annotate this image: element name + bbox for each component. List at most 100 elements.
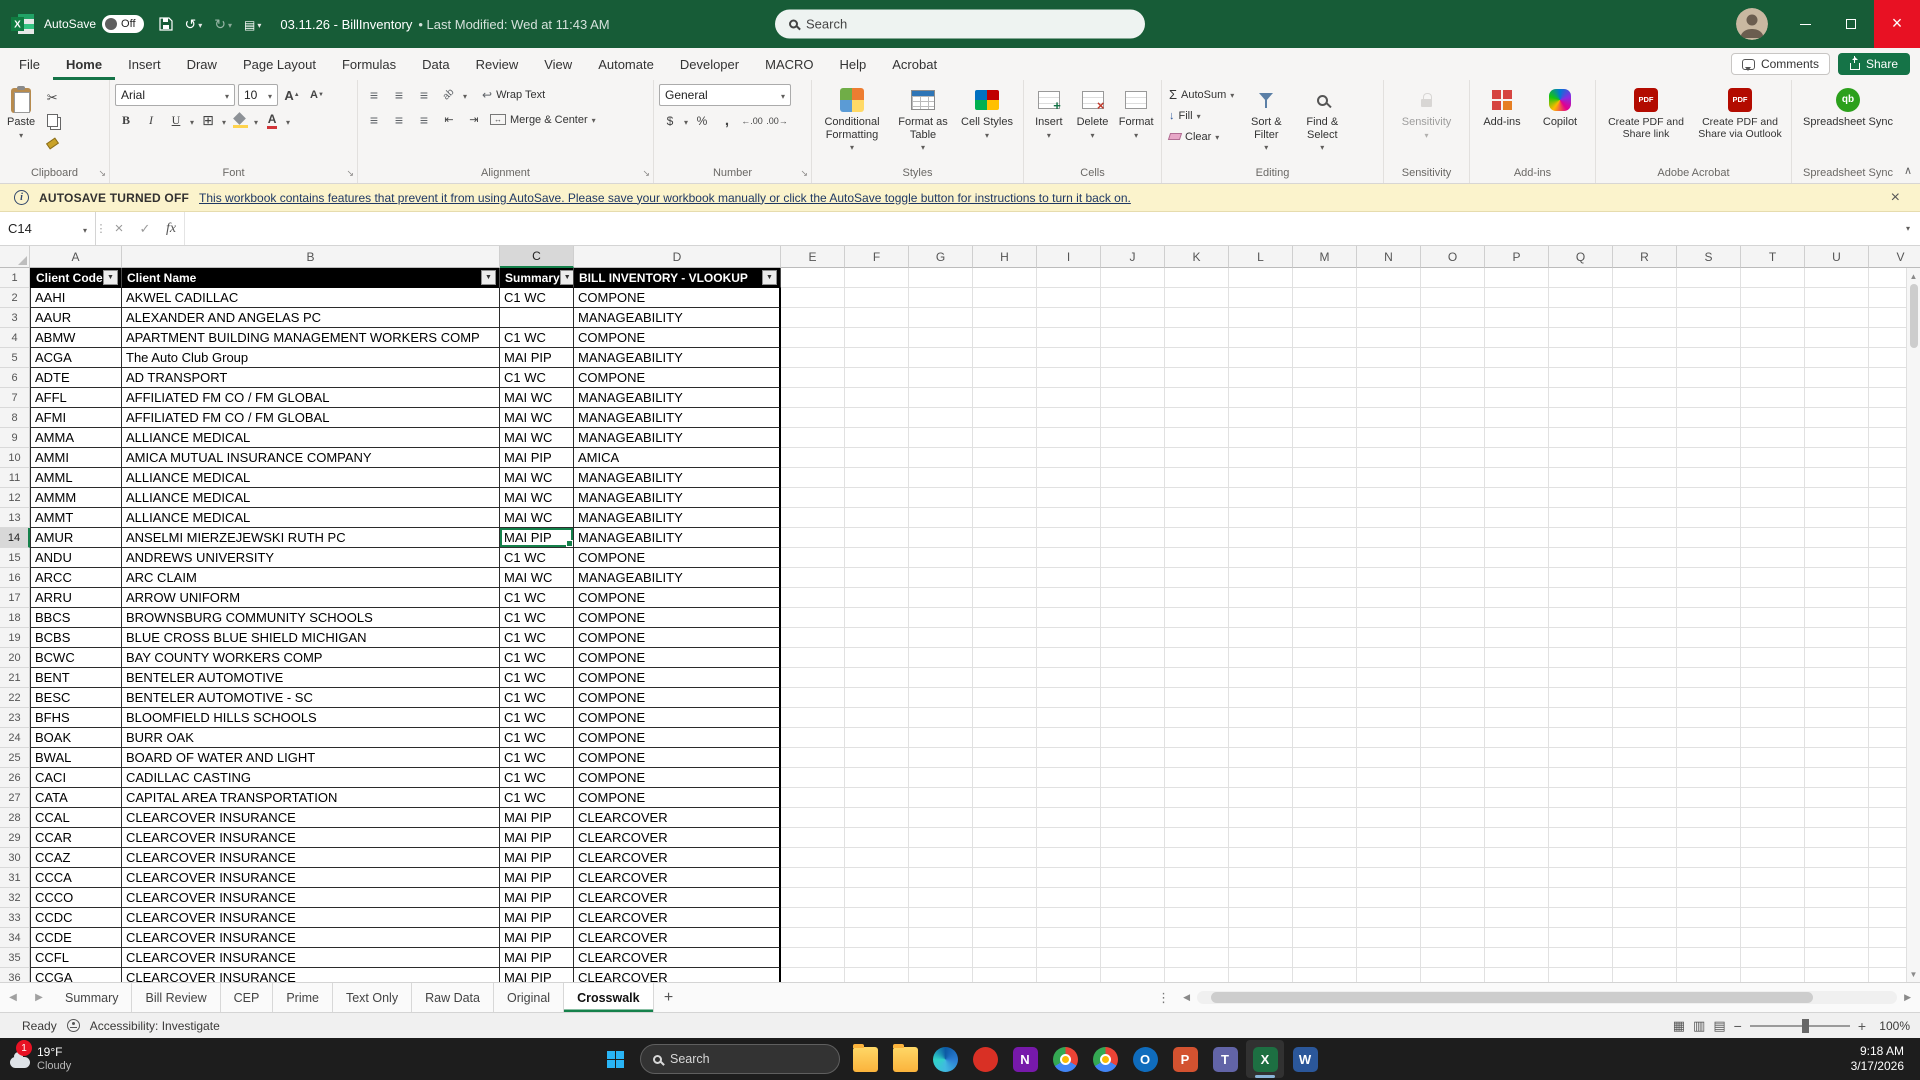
cell-C25[interactable]: C1 WC (500, 748, 574, 768)
cell-C12[interactable]: MAI WC (500, 488, 574, 508)
cell-Q36[interactable] (1549, 968, 1613, 982)
column-header-O[interactable]: O (1421, 246, 1485, 268)
ribbon-tab-view[interactable]: View (531, 48, 585, 80)
cell-P3[interactable] (1485, 308, 1549, 328)
cell-P34[interactable] (1485, 928, 1549, 948)
cell-Q14[interactable] (1549, 528, 1613, 548)
cell-L20[interactable] (1229, 648, 1293, 668)
cell-N7[interactable] (1357, 388, 1421, 408)
cell-S36[interactable] (1677, 968, 1741, 982)
sheet-tab-bill-review[interactable]: Bill Review (132, 983, 220, 1012)
cell-R13[interactable] (1613, 508, 1677, 528)
cell-R5[interactable] (1613, 348, 1677, 368)
cell-L27[interactable] (1229, 788, 1293, 808)
cell-G15[interactable] (909, 548, 973, 568)
cell-D31[interactable]: CLEARCOVER (574, 868, 781, 888)
column-header-U[interactable]: U (1805, 246, 1869, 268)
cell-I29[interactable] (1037, 828, 1101, 848)
cell-Q1[interactable] (1549, 268, 1613, 288)
cell-U10[interactable] (1805, 448, 1869, 468)
cell-E4[interactable] (781, 328, 845, 348)
cell-A14[interactable]: AMUR (30, 528, 122, 548)
cell-S31[interactable] (1677, 868, 1741, 888)
cell-Q18[interactable] (1549, 608, 1613, 628)
column-header-H[interactable]: H (973, 246, 1037, 268)
cell-D23[interactable]: COMPONE (574, 708, 781, 728)
cell-T23[interactable] (1741, 708, 1805, 728)
cell-E18[interactable] (781, 608, 845, 628)
formula-input[interactable] (184, 212, 1896, 245)
page-break-view-button[interactable] (1713, 1018, 1725, 1034)
cell-P28[interactable] (1485, 808, 1549, 828)
cell-M36[interactable] (1293, 968, 1357, 982)
cell-D7[interactable]: MANAGEABILITY (574, 388, 781, 408)
cell-P31[interactable] (1485, 868, 1549, 888)
row-header-26[interactable]: 26 (0, 768, 30, 788)
row-header-12[interactable]: 12 (0, 488, 30, 508)
cell-J32[interactable] (1101, 888, 1165, 908)
cell-Q23[interactable] (1549, 708, 1613, 728)
cell-O31[interactable] (1421, 868, 1485, 888)
cell-K2[interactable] (1165, 288, 1229, 308)
cell-J7[interactable] (1101, 388, 1165, 408)
cell-G20[interactable] (909, 648, 973, 668)
cell-S1[interactable] (1677, 268, 1741, 288)
ribbon-tab-insert[interactable]: Insert (115, 48, 174, 80)
cell-U15[interactable] (1805, 548, 1869, 568)
cell-P21[interactable] (1485, 668, 1549, 688)
taskbar-icon-teams[interactable]: T (1206, 1040, 1244, 1078)
cell-T4[interactable] (1741, 328, 1805, 348)
cell-D14[interactable]: MANAGEABILITY (574, 528, 781, 548)
cell-E33[interactable] (781, 908, 845, 928)
fill-button[interactable]: Fill (1167, 105, 1236, 126)
cell-E17[interactable] (781, 588, 845, 608)
vertical-scroll-thumb[interactable] (1910, 284, 1918, 348)
cell-T20[interactable] (1741, 648, 1805, 668)
cell-G4[interactable] (909, 328, 973, 348)
cell-D22[interactable]: COMPONE (574, 688, 781, 708)
cell-J34[interactable] (1101, 928, 1165, 948)
cell-R29[interactable] (1613, 828, 1677, 848)
cell-D20[interactable]: COMPONE (574, 648, 781, 668)
cell-B34[interactable]: CLEARCOVER INSURANCE (122, 928, 500, 948)
cell-S20[interactable] (1677, 648, 1741, 668)
cell-R25[interactable] (1613, 748, 1677, 768)
horizontal-scrollbar[interactable] (1197, 991, 1897, 1004)
cell-D32[interactable]: CLEARCOVER (574, 888, 781, 908)
ribbon-tab-page-layout[interactable]: Page Layout (230, 48, 329, 80)
comma-style-button[interactable] (716, 110, 738, 131)
cell-K12[interactable] (1165, 488, 1229, 508)
cell-J28[interactable] (1101, 808, 1165, 828)
cell-R32[interactable] (1613, 888, 1677, 908)
cell-H9[interactable] (973, 428, 1037, 448)
cell-U1[interactable] (1805, 268, 1869, 288)
cell-R36[interactable] (1613, 968, 1677, 982)
cell-O35[interactable] (1421, 948, 1485, 968)
cell-B9[interactable]: ALLIANCE MEDICAL (122, 428, 500, 448)
cell-M3[interactable] (1293, 308, 1357, 328)
cell-H8[interactable] (973, 408, 1037, 428)
align-top-button[interactable] (363, 84, 385, 105)
cell-K23[interactable] (1165, 708, 1229, 728)
cell-H31[interactable] (973, 868, 1037, 888)
filter-button-C[interactable] (560, 270, 574, 285)
cell-Q13[interactable] (1549, 508, 1613, 528)
cell-H5[interactable] (973, 348, 1037, 368)
cell-J25[interactable] (1101, 748, 1165, 768)
cell-Q21[interactable] (1549, 668, 1613, 688)
cell-F33[interactable] (845, 908, 909, 928)
spreadsheet-sync-button[interactable]: Spreadsheet Sync (1800, 84, 1896, 130)
cell-H22[interactable] (973, 688, 1037, 708)
ribbon-tab-draw[interactable]: Draw (174, 48, 230, 80)
cell-K9[interactable] (1165, 428, 1229, 448)
cell-C20[interactable]: C1 WC (500, 648, 574, 668)
cell-D17[interactable]: COMPONE (574, 588, 781, 608)
cell-F35[interactable] (845, 948, 909, 968)
cell-U11[interactable] (1805, 468, 1869, 488)
cell-G26[interactable] (909, 768, 973, 788)
cell-D30[interactable]: CLEARCOVER (574, 848, 781, 868)
cell-I5[interactable] (1037, 348, 1101, 368)
cell-A9[interactable]: AMMA (30, 428, 122, 448)
cell-C14[interactable]: MAI PIP (500, 528, 574, 548)
cell-B18[interactable]: BROWNSBURG COMMUNITY SCHOOLS (122, 608, 500, 628)
